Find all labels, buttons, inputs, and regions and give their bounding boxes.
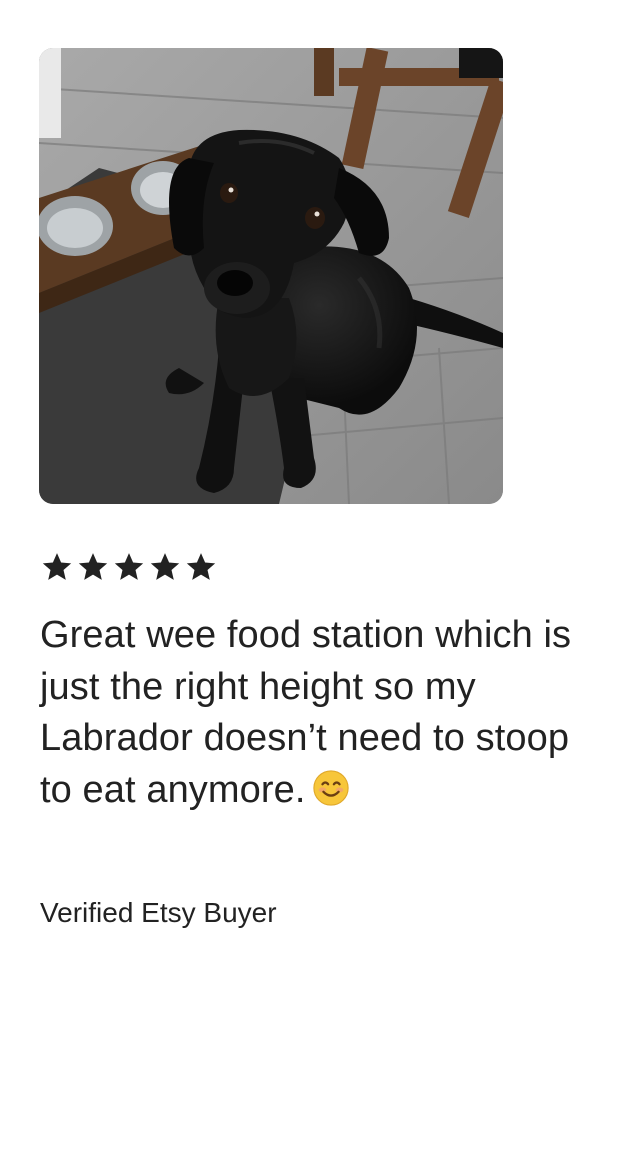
smiling-face-icon <box>312 769 349 806</box>
review-text: Great wee food station which is just the… <box>40 610 600 816</box>
star-filled-icon <box>114 553 144 580</box>
review-photo[interactable] <box>39 48 503 504</box>
star-filled-icon <box>78 553 108 580</box>
dog-photo-illustration <box>39 48 503 504</box>
star-rating <box>40 550 218 584</box>
star-filled-icon <box>186 553 216 580</box>
star-filled-icon <box>150 553 180 580</box>
review-body: Great wee food station which is just the… <box>40 614 572 811</box>
reviewer-name: Verified Etsy Buyer <box>40 897 277 928</box>
star-filled-icon <box>42 553 72 580</box>
